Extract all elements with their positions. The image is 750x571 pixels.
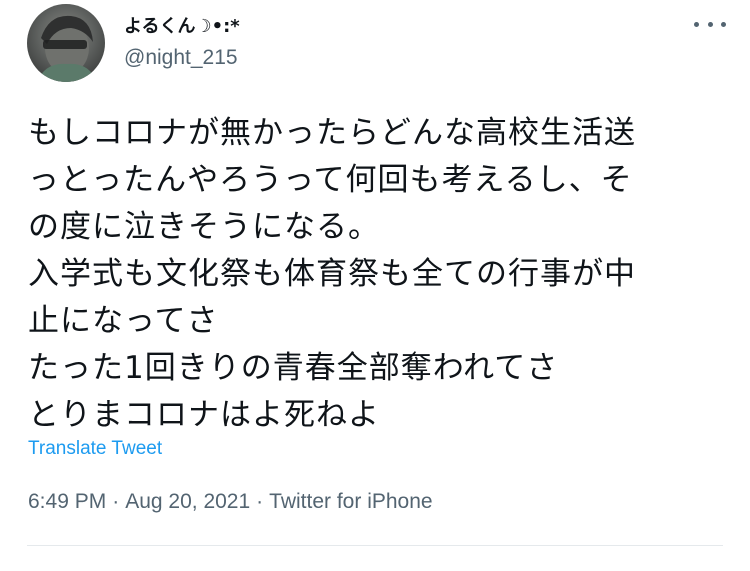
tweet-time[interactable]: 6:49 PM [28,490,106,513]
more-horizontal-icon[interactable] [694,14,726,34]
separator: · [112,490,120,513]
tweet-metadata: 6:49 PM · Aug 20, 2021 · Twitter for iPhone [28,490,433,514]
tweet-date[interactable]: Aug 20, 2021 [125,490,250,513]
dot [721,21,726,27]
display-name[interactable]: よるくん☽•:* [124,12,240,38]
tweet-text-line: っとったんやろうって何回も考えるし、そ [28,162,633,198]
tweet-text-line: とりまコロナはよ死ねよ [28,397,380,433]
tweet-text-line: 入学式も文化祭も体育祭も全ての行事が中 [28,256,636,292]
separator: · [256,490,264,513]
dot [694,21,699,27]
tweet-text-line: の度に泣きそうになる。 [28,209,380,245]
tweet-text-line: 止になってさ [28,303,219,339]
tweet-text-line: もしコロナが無かったらどんな高校生活送 [28,115,636,151]
dot [707,21,713,27]
user-handle[interactable]: @night_215 [124,46,238,70]
translate-tweet-link[interactable]: Translate Tweet [28,438,162,460]
divider [27,545,723,546]
avatar[interactable] [27,4,105,82]
tweet-text: もしコロナが無かったらどんな高校生活送 っとったんやろうって何回も考えるし、そ … [28,110,728,439]
tweet-detail: よるくん☽•:* @night_215 もしコロナが無かったらどんな高校生活送 … [0,0,750,571]
profile-photo-icon [37,15,97,82]
tweet-text-line: たった1回きりの青春全部奪われてさ [28,350,559,386]
tweet-source-link[interactable]: Twitter for iPhone [269,490,432,513]
